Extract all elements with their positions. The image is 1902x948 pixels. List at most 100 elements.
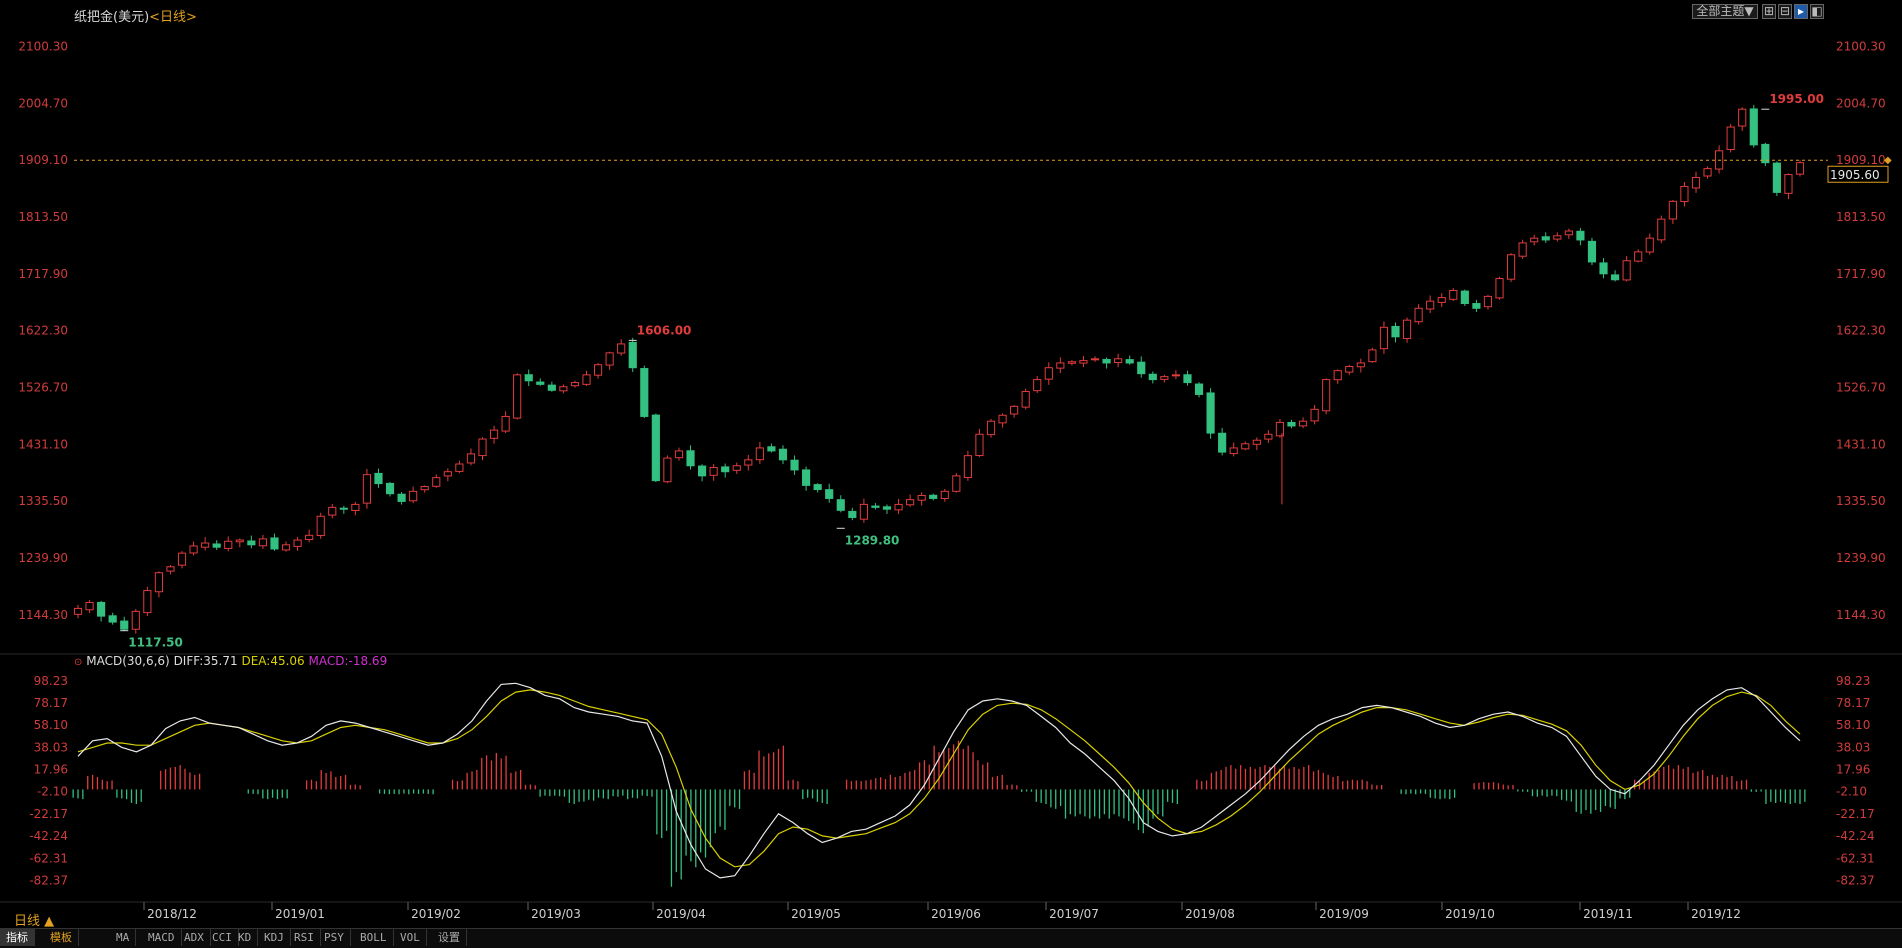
candle-body	[409, 490, 418, 502]
price-panel: 2100.30 2100.30 2004.70 2004.70 1909.10 1909.…	[0, 40, 1902, 655]
macd-dea-value: DEA:45.06	[241, 654, 305, 668]
price-tick-left: 2100.30	[18, 40, 68, 54]
candle-body	[524, 374, 533, 382]
candle-body	[1541, 236, 1550, 241]
indicator-tab-1[interactable]: 模板	[44, 929, 79, 946]
candle-body	[651, 414, 660, 482]
price-tick-right: 1526.70	[1836, 381, 1886, 395]
candle-body	[466, 453, 476, 464]
candle-body	[1460, 290, 1469, 305]
price-tick-left: 1144.30	[18, 608, 68, 622]
candle-body	[1102, 358, 1111, 364]
period-selector[interactable]: 日线 ▲	[14, 910, 54, 929]
candle-body	[351, 503, 360, 511]
candle-body	[605, 352, 614, 366]
time-axis-label: 2019/05	[791, 907, 841, 921]
candle-body	[547, 384, 556, 391]
price-tick-right: 2100.30	[1836, 40, 1886, 54]
candle-body	[1171, 374, 1181, 377]
candle-body	[1576, 230, 1585, 241]
time-axis-label: 2018/12	[147, 907, 197, 921]
candle-body	[686, 450, 695, 467]
candle-body	[1114, 358, 1123, 364]
candle-body	[1426, 300, 1435, 310]
macd-tick-left: -22.17	[29, 807, 68, 821]
candle-body	[316, 515, 325, 537]
macd-toggle-icon[interactable]: ⊙	[74, 657, 82, 668]
price-tick-right: 2004.70	[1836, 96, 1886, 110]
price-tick-right: 1909.10	[1836, 153, 1886, 167]
candle-body	[1680, 185, 1689, 203]
candle-body	[1495, 278, 1504, 299]
candle-body	[501, 415, 510, 432]
price-extreme-label: 1995.00	[1769, 92, 1824, 106]
candle-body	[1183, 374, 1192, 384]
time-axis-label: 2019/02	[411, 907, 461, 921]
candle-body	[73, 607, 83, 615]
candle-body	[1553, 235, 1562, 240]
indicator-tab-9[interactable]: PSY	[318, 929, 351, 946]
candle-body	[1194, 383, 1204, 395]
candle-body	[1021, 390, 1030, 408]
indicator-tab-10[interactable]: BOLL	[354, 929, 394, 946]
indicator-tab-12[interactable]: 设置	[432, 929, 467, 946]
candle-body	[1079, 360, 1088, 364]
candle-body	[1148, 373, 1157, 381]
candle-body	[836, 499, 845, 511]
candle-body	[617, 343, 626, 354]
candle-body	[1298, 420, 1308, 427]
macd-tick-left: -82.37	[29, 874, 68, 888]
candle-body	[1229, 447, 1238, 455]
candle-body	[189, 545, 198, 554]
price-extreme-label: 1289.80	[845, 533, 900, 547]
macd-tick-right: 17.96	[1836, 763, 1870, 777]
candle-body	[1056, 362, 1065, 369]
time-axis-label: 2019/11	[1583, 907, 1633, 921]
indicator-tab-8[interactable]: RSI	[288, 929, 321, 946]
indicator-tab-11[interactable]: VOL	[394, 929, 427, 946]
candle-body	[1564, 230, 1573, 236]
candle-body	[1264, 433, 1273, 440]
candle-body	[1067, 361, 1076, 364]
indicator-tab-6[interactable]: KD	[232, 929, 259, 946]
candle-body	[1657, 218, 1666, 241]
candle-body	[1125, 359, 1134, 364]
price-tick-left: 1526.70	[18, 381, 68, 395]
candle-body	[201, 542, 210, 548]
candle-body	[1356, 362, 1365, 368]
candle-body	[825, 489, 834, 499]
candle-body	[1160, 376, 1169, 380]
macd-tick-left: 58.10	[34, 718, 68, 732]
macd-tick-right: -2.10	[1836, 785, 1867, 799]
price-tick-left: 1622.30	[18, 324, 68, 338]
price-tick-left: 1431.10	[18, 437, 68, 451]
indicator-tab-7[interactable]: KDJ	[258, 929, 291, 946]
macd-tick-left: -62.31	[29, 851, 68, 865]
candle-body	[513, 374, 522, 419]
candle-body	[374, 472, 383, 485]
indicator-tab-2[interactable]: MA	[110, 929, 137, 946]
macd-header: ⊙ MACD(30,6,6) DIFF:35.71 DEA:45.06 MACD…	[74, 654, 387, 668]
candle-body	[1241, 443, 1250, 450]
candle-body	[802, 469, 811, 486]
candle-body	[1391, 325, 1400, 338]
candle-body	[882, 506, 892, 510]
candle-body	[1691, 177, 1701, 189]
candle-body	[894, 503, 903, 511]
candle-body	[998, 414, 1007, 424]
candle-body	[166, 566, 175, 572]
chart-canvas[interactable]: 2100.30 2100.30 2004.70 2004.70 1909.10 1909.…	[0, 0, 1902, 928]
candle-body	[97, 601, 106, 617]
price-tick-right: 1144.30	[1836, 608, 1886, 622]
candle-body	[1668, 200, 1677, 220]
time-axis-label: 2019/04	[656, 907, 706, 921]
indicator-tab-0[interactable]: 指标	[0, 929, 35, 946]
candle-body	[986, 420, 996, 436]
candle-body	[1044, 367, 1053, 380]
indicator-tab-3[interactable]: MACD	[142, 929, 182, 946]
candle-body	[1310, 408, 1319, 422]
macd-tick-left: -2.10	[37, 785, 68, 799]
candle-body	[177, 552, 187, 566]
time-axis-label: 2019/09	[1319, 907, 1369, 921]
macd-tick-right: 98.23	[1836, 674, 1870, 688]
